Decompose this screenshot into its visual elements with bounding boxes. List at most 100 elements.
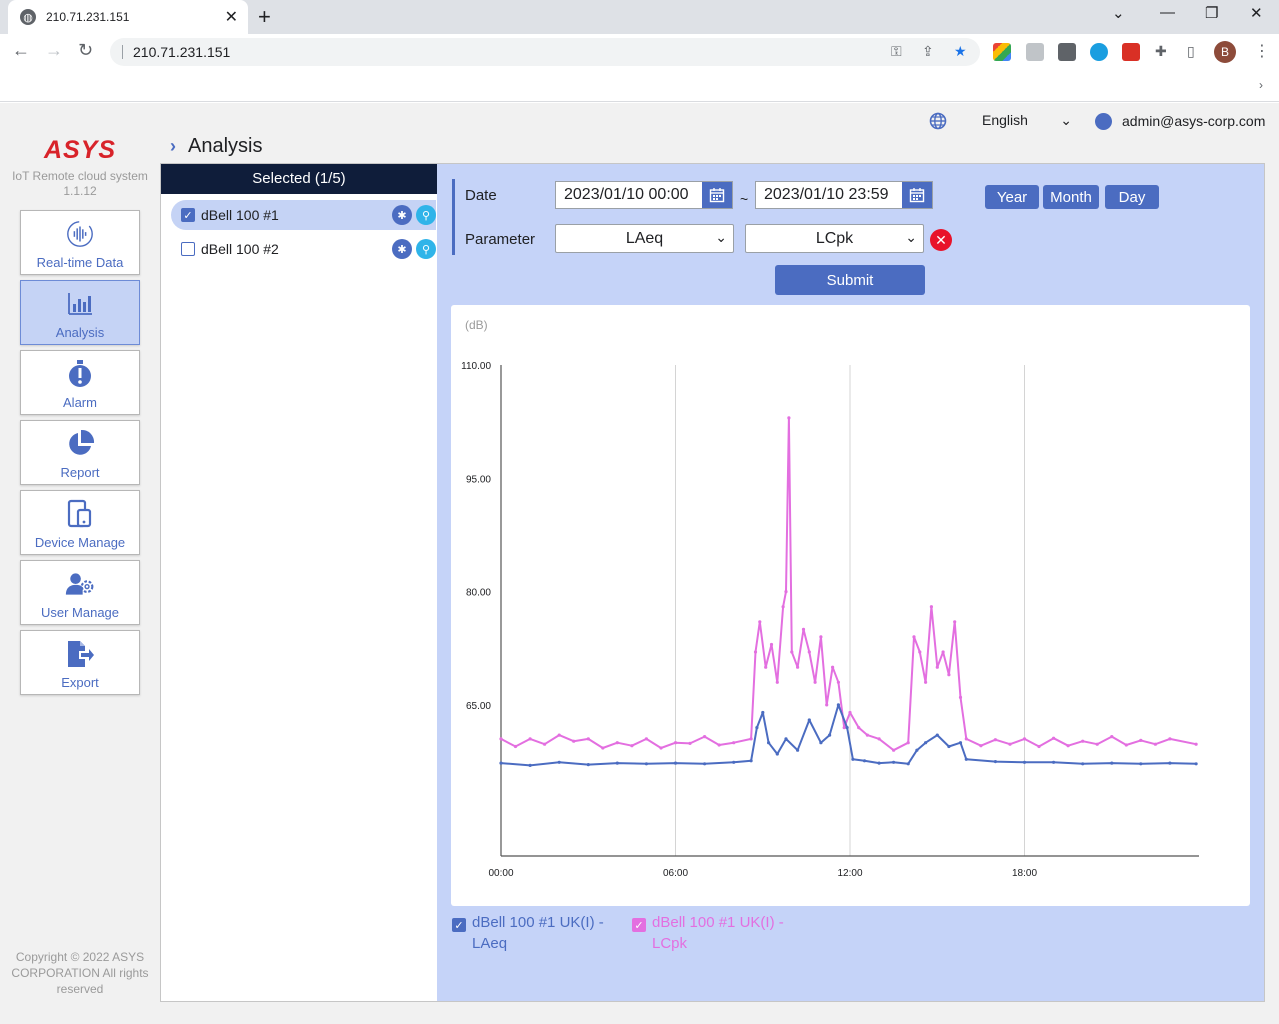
day-button[interactable]: Day xyxy=(1105,185,1159,209)
legend-checkbox-laeq[interactable]: ✓ xyxy=(452,918,466,932)
language-value: English xyxy=(982,112,1028,128)
data-point xyxy=(857,726,861,730)
parameter-select-2[interactable]: LCpk ⌄ xyxy=(745,224,924,253)
year-button[interactable]: Year xyxy=(985,185,1039,209)
extension-dark-icon[interactable] xyxy=(1058,43,1076,61)
chevron-right-icon[interactable]: › xyxy=(1259,78,1263,92)
data-point xyxy=(993,738,998,742)
chart-card: (dB) 00:00 06:00 12:00 18:00 110.00 95.00 80.00… xyxy=(451,305,1250,906)
start-date-input[interactable]: 2023/01/10 00:00 xyxy=(555,181,733,209)
share-icon[interactable]: ⇪ xyxy=(922,43,934,60)
data-point xyxy=(1008,742,1012,746)
data-point xyxy=(1081,739,1085,743)
device-icon xyxy=(65,499,95,529)
end-date-input[interactable]: 2023/01/10 23:59 xyxy=(755,181,933,209)
address-bar[interactable]: 210.71.231.151 xyxy=(110,38,980,66)
sidebar-item-label: Export xyxy=(61,675,99,690)
data-point xyxy=(615,761,619,765)
month-button[interactable]: Month xyxy=(1043,185,1099,209)
tab-search-icon[interactable]: ⌄ xyxy=(1112,4,1125,22)
data-point xyxy=(1194,762,1198,766)
data-point xyxy=(947,744,951,749)
key-icon[interactable]: ⚿ xyxy=(891,43,902,60)
breadcrumb: › Analysis xyxy=(170,135,262,158)
data-point xyxy=(781,605,785,609)
data-point xyxy=(862,759,867,763)
sidebar-item-report[interactable]: Report xyxy=(20,420,140,485)
data-point xyxy=(1139,762,1143,766)
data-point xyxy=(1081,762,1085,766)
extensions-puzzle-icon[interactable]: ✚ xyxy=(1155,43,1167,60)
sidebar-item-alarm[interactable]: Alarm xyxy=(20,350,140,415)
device-info-icon[interactable]: ⚲ xyxy=(416,239,436,259)
extension-red-icon[interactable] xyxy=(1122,43,1140,61)
device-info-icon[interactable]: ⚲ xyxy=(416,205,436,225)
device-checkbox-1[interactable]: ✓ xyxy=(181,208,195,222)
data-point xyxy=(836,680,840,684)
device-settings-icon[interactable]: ✱ xyxy=(392,205,412,225)
data-point xyxy=(717,743,721,747)
device-row-1[interactable]: ✓ dBell 100 #1 ✱ ⚲ xyxy=(171,200,436,230)
sidebar-item-label: Report xyxy=(60,465,100,480)
data-point xyxy=(912,635,916,639)
new-tab-icon[interactable]: + xyxy=(258,4,271,30)
legend-item-lcpk[interactable]: ✓ dBell 100 #1 UK(I) - LCpk xyxy=(632,912,802,954)
bar-chart-icon xyxy=(65,289,95,319)
sidebar-item-label: Analysis xyxy=(55,325,105,340)
device-settings-icon[interactable]: ✱ xyxy=(392,239,412,259)
data-point xyxy=(851,757,855,761)
legend-checkbox-lcpk[interactable]: ✓ xyxy=(632,918,646,932)
data-point xyxy=(1168,761,1172,765)
y-tick-label: 65.00 xyxy=(466,701,491,712)
data-point xyxy=(586,763,590,767)
close-tab-icon[interactable]: ✕ xyxy=(225,7,238,27)
device-name-1: dBell 100 #1 xyxy=(201,207,279,223)
language-select[interactable]: English ⌄ xyxy=(982,112,1072,129)
end-date-value: 2023/01/10 23:59 xyxy=(764,186,889,203)
minimize-icon[interactable]: — xyxy=(1160,4,1175,21)
browser-tab[interactable]: ◍ 210.71.231.151 ✕ xyxy=(8,0,248,34)
sidebar-item-real-time-data[interactable]: Real-time Data xyxy=(20,210,140,275)
data-point xyxy=(703,762,707,766)
data-point xyxy=(935,733,939,737)
asys-logo: ASYS xyxy=(44,136,117,164)
parameter-select-1[interactable]: LAeq ⌄ xyxy=(555,224,734,253)
calendar-icon[interactable] xyxy=(902,182,932,208)
close-window-icon[interactable]: ✕ xyxy=(1250,4,1263,22)
reload-icon[interactable]: ↻ xyxy=(78,40,93,61)
data-point xyxy=(787,416,791,420)
calendar-icon[interactable] xyxy=(702,182,732,208)
chevron-down-icon: ⌄ xyxy=(715,229,727,245)
data-point xyxy=(784,590,788,594)
x-tick-label: 06:00 xyxy=(663,868,688,879)
remove-parameter-icon[interactable]: ✕ xyxy=(930,229,952,251)
data-point xyxy=(918,650,922,654)
extension-chat-icon[interactable] xyxy=(1090,43,1108,61)
extension-grey-icon[interactable] xyxy=(1026,43,1044,61)
data-point xyxy=(958,741,963,745)
extension-translate-icon[interactable] xyxy=(993,43,1011,61)
forward-icon[interactable]: → xyxy=(45,40,63,61)
sidebar-item-export[interactable]: Export xyxy=(20,630,140,695)
sidebar-item-user-manage[interactable]: User Manage xyxy=(20,560,140,625)
legend-item-laeq[interactable]: ✓ dBell 100 #1 UK(I) - LAeq xyxy=(452,912,622,954)
device-checkbox-2[interactable] xyxy=(181,242,195,256)
device-name-2: dBell 100 #2 xyxy=(201,241,279,257)
data-point xyxy=(892,760,896,764)
restore-icon[interactable]: ❐ xyxy=(1205,4,1218,22)
globe-language-icon[interactable] xyxy=(929,112,947,130)
side-panel-icon[interactable]: ▯ xyxy=(1187,43,1195,60)
bookmark-star-icon[interactable]: ★ xyxy=(954,43,967,60)
device-row-2[interactable]: dBell 100 #2 ✱ ⚲ xyxy=(171,234,436,264)
pie-chart-icon xyxy=(65,429,95,459)
series-line-lcpk xyxy=(500,416,1197,752)
submit-button[interactable]: Submit xyxy=(775,265,925,295)
sidebar-item-analysis[interactable]: Analysis xyxy=(20,280,140,345)
sidebar-item-device-manage[interactable]: Device Manage xyxy=(20,490,140,555)
profile-avatar[interactable]: B xyxy=(1214,41,1236,63)
back-icon[interactable]: ← xyxy=(12,40,30,61)
data-point xyxy=(784,737,788,741)
browser-menu-icon[interactable]: ⋮ xyxy=(1254,41,1270,61)
data-point xyxy=(906,762,910,766)
user-email[interactable]: admin@asys-corp.com xyxy=(1122,113,1265,129)
